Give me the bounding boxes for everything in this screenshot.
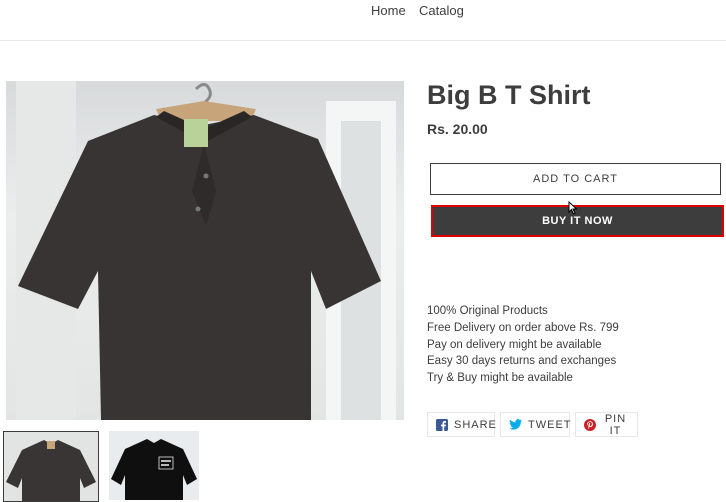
- nav-home-link[interactable]: Home: [371, 3, 406, 18]
- feature-item: Try & Buy might be available: [427, 372, 573, 385]
- product-features-list: 100% Original Products Free Delivery on …: [427, 303, 619, 387]
- twitter-icon: [509, 419, 522, 430]
- product-price: Rs. 20.00: [427, 121, 488, 137]
- cursor-icon: [568, 201, 578, 215]
- pinterest-icon: [584, 418, 596, 431]
- add-to-cart-button[interactable]: ADD TO CART: [430, 163, 721, 195]
- product-thumbnail-1[interactable]: [3, 431, 99, 502]
- top-navigation: Home Catalog: [0, 0, 726, 41]
- pin-it-button[interactable]: PIN IT: [575, 412, 638, 437]
- feature-item: Pay on delivery might be available: [427, 338, 602, 351]
- product-thumbnail-2[interactable]: [109, 431, 199, 500]
- feature-item: Easy 30 days returns and exchanges: [427, 355, 617, 368]
- facebook-icon: [436, 418, 448, 431]
- nav-catalog-link[interactable]: Catalog: [419, 3, 464, 18]
- share-facebook-label: SHARE: [454, 418, 497, 431]
- feature-item: 100% Original Products: [427, 305, 548, 317]
- feature-item: Free Delivery on order above Rs. 799: [427, 321, 619, 334]
- tweet-button[interactable]: TWEET: [500, 412, 572, 437]
- share-facebook-button[interactable]: SHARE: [427, 412, 497, 437]
- tweet-label: TWEET: [528, 418, 572, 431]
- product-title: Big B T Shirt: [427, 80, 591, 110]
- product-main-image[interactable]: [6, 81, 404, 420]
- pin-it-label: PIN IT: [604, 412, 627, 437]
